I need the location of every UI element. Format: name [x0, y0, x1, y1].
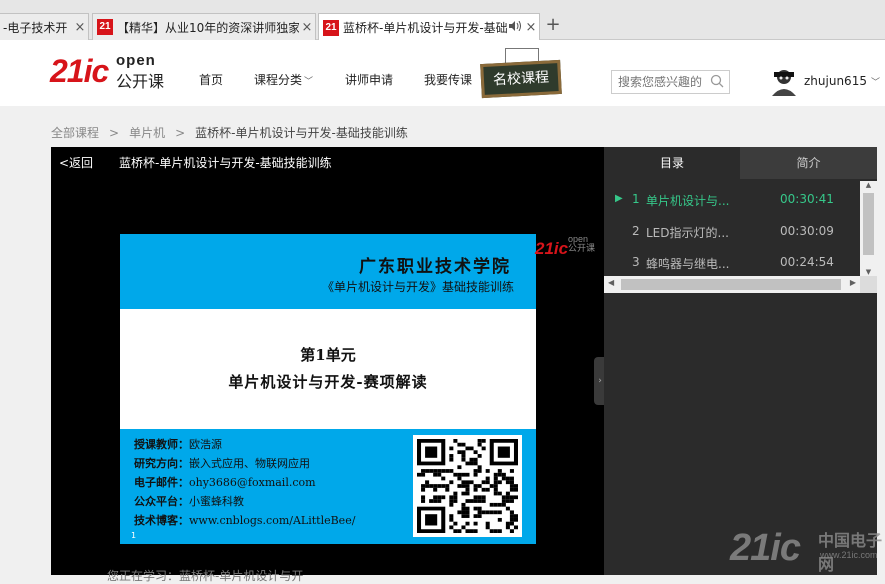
lesson-number: 2	[632, 224, 640, 238]
lesson-name: LED指示灯的...	[646, 226, 729, 240]
tab-title: 【精华】从业10年的资深讲师独家	[117, 20, 299, 35]
slide-unit-title: 单片机设计与开发-赛项解读	[228, 373, 428, 391]
lesson-duration: 00:24:54	[780, 255, 834, 269]
nav-famous-schools[interactable]: 名校课程	[480, 59, 562, 99]
player-watermark-text: open 公开课	[568, 235, 595, 253]
close-icon[interactable]: ×	[523, 20, 539, 35]
speaker-icon[interactable]	[509, 20, 521, 34]
scrollbar-thumb[interactable]	[621, 279, 841, 290]
browser-tab-strip: -电子技术开 × 21 【精华】从业10年的资深讲师独家 × 21 蓝桥杯-单片…	[0, 0, 885, 41]
info-label: 研究方向：	[134, 457, 189, 470]
logo-open-text: open	[116, 52, 156, 69]
info-value: www.cnblogs.com/ALittleBee/	[189, 514, 356, 527]
now-learning-text: 您正在学习：蓝桥杯-单片机设计与开	[107, 569, 304, 583]
info-label: 授课教师：	[134, 438, 189, 451]
page-watermark-logo: 21ic	[730, 527, 801, 569]
slide-info-platform: 公众平台：小蜜蜂科教	[134, 493, 244, 509]
tab-title: -电子技术开	[3, 20, 68, 35]
nav-categories[interactable]: 课程分类 ﹀	[254, 71, 313, 88]
slide-info-blog: 技术博客：www.cnblogs.com/ALittleBee/	[134, 512, 355, 528]
user-menu[interactable]: zhujun615 ﹀	[804, 74, 880, 88]
slide-school: 广东职业技术学院	[359, 257, 511, 277]
qr-code	[413, 435, 522, 537]
browser-tab-3[interactable]: 21 蓝桥杯-单片机设计与开发-基础 ×	[318, 13, 540, 41]
scrollbar-thumb[interactable]	[863, 193, 874, 255]
horizontal-scrollbar[interactable]: ◀ ▶	[604, 276, 860, 293]
search-input[interactable]	[612, 71, 708, 93]
avatar[interactable]	[770, 66, 798, 96]
watermark-sub: 公开课	[568, 243, 596, 253]
scrollbar-corner	[860, 276, 877, 293]
tab-title: 蓝桥杯-单片机设计与开发-基础	[343, 21, 508, 35]
slide-course: 《单片机设计与开发》基础技能训练	[321, 280, 514, 294]
scroll-right-arrow-icon[interactable]: ▶	[850, 278, 856, 287]
lesson-item[interactable]: 3 蜂鸣器与继电... 00:24:54	[604, 248, 860, 279]
close-icon[interactable]: ×	[72, 20, 88, 35]
new-tab-button[interactable]: +	[543, 14, 563, 36]
site-favicon-icon: 21	[323, 19, 339, 36]
info-value: 嵌入式应用、物联网应用	[189, 457, 310, 470]
player-title: 蓝桥杯-单片机设计与开发-基础技能训练	[119, 156, 332, 170]
lesson-item[interactable]: 2 LED指示灯的... 00:30:09	[604, 217, 860, 248]
slide-info-research: 研究方向：嵌入式应用、物联网应用	[134, 455, 310, 471]
play-icon: ▶	[615, 193, 623, 204]
chevron-down-icon: ﹀	[870, 78, 880, 88]
breadcrumb: 全部课程 > 单片机 > 蓝桥杯-单片机设计与开发-基础技能训练	[51, 124, 408, 141]
slide-header-band: 广东职业技术学院 《单片机设计与开发》基础技能训练	[120, 234, 536, 309]
tab-intro[interactable]: 简介	[740, 147, 877, 179]
browser-tab-1[interactable]: -电子技术开 ×	[0, 13, 89, 40]
search-icon[interactable]	[710, 74, 724, 88]
lesson-number: 3	[632, 255, 640, 269]
slide-info-teacher: 授课教师：欧浩源	[134, 436, 222, 452]
nav-home[interactable]: 首页	[199, 71, 223, 88]
lesson-list: ▶ 1 单片机设计与... 00:30:41 2 LED指示灯的... 00:3…	[604, 181, 877, 279]
info-value: 小蜜蜂科教	[189, 495, 244, 508]
video-player[interactable]: <返回 蓝桥杯-单片机设计与开发-基础技能训练 广东职业技术学院 《单片机设计与…	[51, 147, 604, 583]
breadcrumb-all-courses[interactable]: 全部课程	[51, 126, 99, 140]
info-value: ohy3686@foxmail.com	[189, 476, 316, 489]
info-label: 公众平台：	[134, 495, 189, 508]
site-favicon-icon: 21	[97, 19, 113, 35]
nav-teach[interactable]: 我要传课	[424, 71, 472, 88]
logo-subtitle: 公开课	[116, 72, 165, 91]
info-label: 电子邮件：	[134, 476, 189, 489]
lesson-duration: 00:30:09	[780, 224, 834, 238]
slide-page-number: 1	[131, 531, 137, 540]
slide-info-email: 电子邮件：ohy3686@foxmail.com	[134, 474, 316, 490]
nav-categories-label: 课程分类	[254, 73, 303, 87]
lesson-name: 单片机设计与...	[646, 194, 730, 208]
vertical-scrollbar[interactable]: ▲ ▼	[860, 181, 877, 276]
lesson-number: 1	[632, 192, 640, 206]
breadcrumb-current: 蓝桥杯-单片机设计与开发-基础技能训练	[195, 126, 408, 140]
lesson-duration: 00:30:41	[780, 192, 834, 206]
breadcrumb-category[interactable]: 单片机	[129, 126, 165, 140]
username-label: zhujun615	[804, 74, 867, 88]
breadcrumb-separator: >	[175, 126, 186, 140]
site-logo[interactable]: 21ic	[50, 53, 109, 90]
search-box	[611, 70, 730, 94]
video-slide: 广东职业技术学院 《单片机设计与开发》基础技能训练 第1单元 单片机设计与开发-…	[120, 234, 536, 544]
site-header: 21ic open 公开课 首页 课程分类﹀ 讲师申请 我要传课 名校课程 zh…	[0, 40, 885, 106]
scroll-down-arrow-icon[interactable]: ▼	[860, 268, 877, 276]
lesson-item[interactable]: ▶ 1 单片机设计与... 00:30:41	[604, 185, 860, 216]
info-value: 欧浩源	[189, 438, 222, 451]
course-sidebar: 目录 简介 ▶ 1 单片机设计与... 00:30:41 2 LED指示灯的..…	[604, 147, 877, 575]
slide-info-band: 授课教师：欧浩源 研究方向：嵌入式应用、物联网应用 电子邮件：ohy3686@f…	[120, 429, 536, 544]
chevron-down-icon: ﹀	[304, 77, 314, 87]
lesson-name: 蜂鸣器与继电...	[646, 257, 730, 271]
page-watermark-url: www.21ic.com	[820, 550, 878, 560]
info-label: 技术博客：	[134, 514, 189, 527]
scroll-left-arrow-icon[interactable]: ◀	[608, 278, 614, 287]
browser-tab-2[interactable]: 21 【精华】从业10年的资深讲师独家 ×	[92, 13, 316, 40]
sidebar-tabs: 目录 简介	[604, 147, 877, 179]
slide-unit: 第1单元	[300, 346, 356, 364]
tab-catalog[interactable]: 目录	[604, 147, 740, 179]
close-icon[interactable]: ×	[299, 20, 315, 35]
nav-teacher-apply[interactable]: 讲师申请	[345, 71, 393, 88]
player-watermark-logo: 21ic	[535, 239, 569, 258]
back-link[interactable]: <返回	[59, 154, 93, 171]
scroll-up-arrow-icon[interactable]: ▲	[860, 181, 877, 189]
breadcrumb-separator: >	[109, 126, 120, 140]
